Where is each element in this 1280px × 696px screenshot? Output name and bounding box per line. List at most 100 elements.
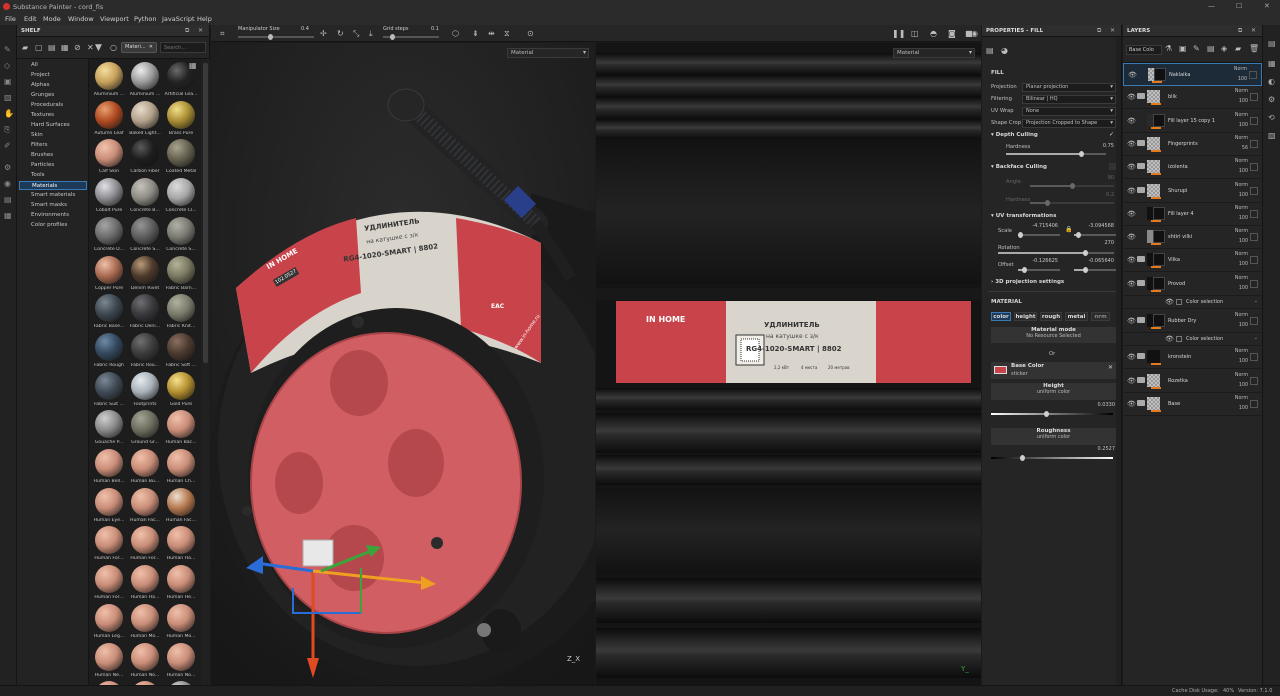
blend-mode[interactable]: Norm	[1235, 113, 1248, 118]
undock-icon[interactable]: ⧉	[1097, 27, 1101, 35]
material-tile[interactable]: Human Ne...	[91, 642, 127, 681]
depth-culling-toggle[interactable]: ▾ Depth Culling	[991, 132, 1038, 138]
material-tile[interactable]: Footprints	[127, 371, 163, 410]
chevron-down-icon[interactable]: ⌄	[1254, 335, 1258, 341]
eye-icon[interactable]: 👁	[1127, 163, 1136, 171]
hide-icon[interactable]: ⊘	[74, 43, 81, 52]
layer-opacity[interactable]: 100	[1239, 286, 1248, 291]
viewport2d-mode-select[interactable]: Material	[893, 48, 975, 58]
menu-help[interactable]: Help	[197, 15, 212, 23]
hardness-value[interactable]: 0.75	[1082, 143, 1114, 149]
camera-icon[interactable]: ◉	[4, 179, 11, 188]
layer-opacity[interactable]: 100	[1239, 99, 1248, 104]
layers-panel-icon[interactable]: ▤	[1268, 39, 1276, 48]
mirror-icon[interactable]: ⧖	[504, 29, 510, 39]
eye-icon[interactable]: 👁	[1127, 117, 1136, 125]
shelf-category-item[interactable]: Procedurals	[19, 101, 87, 110]
slider-knob[interactable]	[268, 34, 274, 40]
material-tile[interactable]: Coated Metal	[163, 138, 199, 177]
rotation-value[interactable]: 270	[1082, 240, 1114, 246]
filtering-select[interactable]: Bilinear | HQ	[1022, 95, 1116, 104]
layer-options[interactable]	[1250, 233, 1258, 242]
height-value[interactable]: 0.0330	[1082, 402, 1116, 408]
base-color-box[interactable]: Base Color sticker ✕	[991, 362, 1116, 379]
folder-icon[interactable]	[1137, 316, 1145, 323]
folder-icon[interactable]	[1137, 163, 1145, 170]
shelf-category-item[interactable]: Hard Surfaces	[19, 121, 87, 130]
eye-icon[interactable]: 👁	[1127, 233, 1136, 241]
material-tab-icon[interactable]: ◕	[1001, 46, 1008, 55]
snap-icon[interactable]: ⤓	[369, 29, 373, 39]
pause-icon[interactable]: ❚❚	[892, 29, 905, 38]
hardness2-slider[interactable]	[1030, 200, 1114, 206]
clone-icon[interactable]: ⎘	[4, 125, 10, 135]
blend-mode[interactable]: Norm	[1235, 252, 1248, 257]
material-tile[interactable]: Denim Rivet	[127, 255, 163, 294]
undock-icon[interactable]: ⧉	[1238, 27, 1242, 35]
layer-row[interactable]: 👁 blik Norm 100	[1123, 86, 1262, 110]
material-tile[interactable]: Human No...	[163, 642, 199, 681]
channel-toggle-rough[interactable]: rough	[1040, 312, 1062, 321]
offset-x-value[interactable]: -0.126625	[1018, 258, 1058, 264]
delete-icon[interactable]: ✕	[87, 43, 94, 52]
blend-mode[interactable]: Norm	[1235, 89, 1248, 94]
shelf-category-item[interactable]: Smart materials	[19, 191, 87, 200]
material-tile[interactable]: Gold Pure	[163, 371, 199, 410]
rotation-slider[interactable]	[998, 250, 1114, 256]
shader-icon[interactable]: ⚙	[1268, 95, 1275, 104]
material-tile[interactable]: Human For...	[91, 525, 127, 564]
layer-options[interactable]	[1250, 163, 1258, 172]
material-tile[interactable]: Fabric Deni...	[127, 293, 163, 332]
layer-options[interactable]	[1250, 116, 1258, 125]
material-tile[interactable]: Human No...	[127, 642, 163, 681]
angle-slider[interactable]	[1030, 183, 1114, 189]
layer-row[interactable]: 👁 Shurupi Norm 100	[1123, 180, 1262, 203]
layer-opacity[interactable]: 100	[1239, 383, 1248, 388]
scale-y-value[interactable]: -3.094568	[1072, 223, 1114, 229]
blend-mode[interactable]: Norm	[1235, 206, 1248, 211]
slider-knob[interactable]	[1044, 200, 1050, 206]
material-tile[interactable]: Baked Light...	[127, 100, 163, 139]
material-tile[interactable]: Human Ha...	[163, 525, 199, 564]
offset-y-value[interactable]: -0.065640	[1072, 258, 1114, 264]
material-tile[interactable]: Carbon Fiber	[127, 138, 163, 177]
layer-row[interactable]: 👁 Rubber Dry Norm 100	[1123, 310, 1262, 333]
rotate-icon[interactable]: ↻	[337, 29, 344, 38]
material-tile[interactable]: Copper Pure	[91, 255, 127, 294]
layer-opacity[interactable]: 100	[1239, 359, 1248, 364]
eye-icon[interactable]: 👁	[1127, 256, 1136, 264]
shelf-category-item[interactable]: Brushes	[19, 151, 87, 160]
menu-python[interactable]: Python	[134, 15, 157, 23]
layer-row[interactable]: 👁 izolenta Norm 100	[1123, 156, 1262, 180]
mask-thumbnail[interactable]	[1153, 253, 1165, 267]
scale-y-slider[interactable]	[1074, 232, 1116, 238]
menu-edit[interactable]: Edit	[24, 15, 37, 23]
chevron-down-icon[interactable]: ⌄	[1254, 298, 1258, 304]
mask-thumbnail[interactable]	[1153, 206, 1165, 220]
folder-icon[interactable]	[1137, 399, 1145, 406]
remove-tag-icon[interactable]: ✕	[149, 43, 153, 52]
align-icon[interactable]: ⇟	[472, 29, 479, 38]
mask-thumbnail[interactable]	[1154, 68, 1166, 81]
layer-row[interactable]: 👁 Naklaika Norm 100	[1123, 63, 1262, 86]
shelf-scrollbar[interactable]	[201, 59, 210, 685]
selection-checkbox[interactable]	[1176, 299, 1182, 305]
slider-knob[interactable]	[1079, 151, 1084, 157]
move-icon[interactable]: ✢	[320, 29, 327, 38]
material-tile[interactable]: Human Fac...	[127, 487, 163, 526]
hardness-slider[interactable]	[1006, 151, 1106, 157]
material-tile[interactable]: Ground Gr...	[127, 409, 163, 448]
material-tile[interactable]: Human Eye...	[91, 487, 127, 526]
roughness-box[interactable]: Roughness uniform color	[991, 428, 1116, 445]
material-tile[interactable]: Concrete Cl...	[163, 177, 199, 216]
eye-icon[interactable]: 👁	[1127, 140, 1136, 148]
blend-mode[interactable]: Norm	[1235, 276, 1248, 281]
material-tile[interactable]: Fabric Soft ...	[163, 332, 199, 371]
color-selection-row[interactable]: 👁 Color selection ⌄	[1123, 333, 1262, 346]
scale-x-slider[interactable]	[1018, 232, 1060, 238]
slider-knob[interactable]	[1076, 232, 1082, 238]
projection-select[interactable]: Planar projection	[1022, 83, 1116, 92]
material-tile[interactable]: Concrete S...	[163, 216, 199, 255]
height-box[interactable]: Height uniform color	[991, 383, 1116, 400]
channel-select[interactable]: Base Colo	[1126, 45, 1162, 55]
